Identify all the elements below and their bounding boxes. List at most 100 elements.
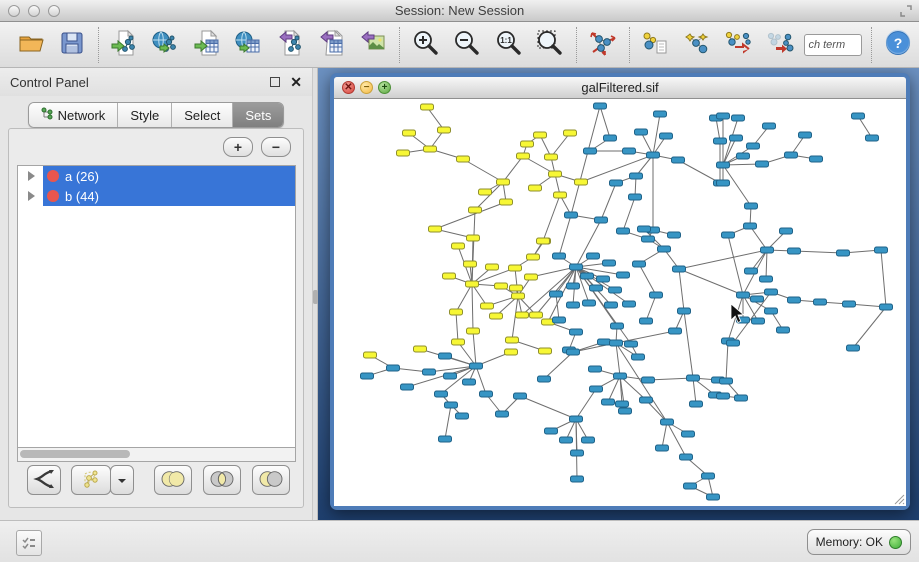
graph-node[interactable] xyxy=(702,473,715,479)
graph-node[interactable] xyxy=(717,162,730,168)
graph-node[interactable] xyxy=(527,254,540,260)
graph-node[interactable] xyxy=(444,373,457,379)
graph-node[interactable] xyxy=(567,302,580,308)
export-network-button[interactable] xyxy=(270,24,311,66)
graph-node[interactable] xyxy=(604,135,617,141)
graph-node[interactable] xyxy=(587,253,600,259)
graph-edge[interactable] xyxy=(623,197,635,231)
graph-edge[interactable] xyxy=(576,419,577,479)
network-window-titlebar[interactable]: ✕ − + galFiltered.sif xyxy=(334,77,906,99)
graph-edge[interactable] xyxy=(456,284,472,312)
graph-node[interactable] xyxy=(452,339,465,345)
graph-node[interactable] xyxy=(564,130,577,136)
graph-node[interactable] xyxy=(707,494,720,500)
graph-node[interactable] xyxy=(745,203,758,209)
graph-edge[interactable] xyxy=(853,307,886,348)
graph-node[interactable] xyxy=(717,113,730,119)
graph-edge[interactable] xyxy=(520,396,576,419)
graph-node[interactable] xyxy=(490,313,503,319)
graph-node[interactable] xyxy=(717,180,730,186)
graph-node[interactable] xyxy=(438,127,451,133)
graph-edge[interactable] xyxy=(435,202,506,229)
graph-node[interactable] xyxy=(847,345,860,351)
hide-selected-button[interactable] xyxy=(718,24,759,66)
graph-edge[interactable] xyxy=(463,159,503,182)
graph-edge[interactable] xyxy=(646,295,656,321)
graph-node[interactable] xyxy=(450,309,463,315)
graph-node[interactable] xyxy=(414,346,427,352)
graph-node[interactable] xyxy=(669,328,682,334)
float-panel-icon[interactable] xyxy=(270,77,280,87)
tab-select[interactable]: Select xyxy=(172,103,233,127)
graph-node[interactable] xyxy=(361,373,374,379)
graph-node[interactable] xyxy=(553,317,566,323)
graph-node[interactable] xyxy=(880,304,893,310)
graph-node[interactable] xyxy=(642,377,655,383)
graph-node[interactable] xyxy=(623,301,636,307)
expand-triangle-icon[interactable] xyxy=(28,191,35,201)
graph-edge[interactable] xyxy=(456,312,458,342)
graph-edge[interactable] xyxy=(559,215,571,256)
graph-node[interactable] xyxy=(567,283,580,289)
graph-node[interactable] xyxy=(534,132,547,138)
graph-node[interactable] xyxy=(638,226,651,232)
graph-node[interactable] xyxy=(788,248,801,254)
graph-node[interactable] xyxy=(875,247,888,253)
network-canvas[interactable] xyxy=(334,99,906,506)
union-button[interactable] xyxy=(154,465,192,495)
graph-node[interactable] xyxy=(640,318,653,324)
graph-node[interactable] xyxy=(656,445,669,451)
graph-node[interactable] xyxy=(481,303,494,309)
zoom-in-button[interactable] xyxy=(405,24,446,66)
graph-node[interactable] xyxy=(583,300,596,306)
import-table-file-button[interactable] xyxy=(187,24,228,66)
graph-edge[interactable] xyxy=(576,389,596,419)
graph-node[interactable] xyxy=(553,253,566,259)
graph-node[interactable] xyxy=(714,138,727,144)
graph-node[interactable] xyxy=(668,232,681,238)
graph-node[interactable] xyxy=(751,296,764,302)
minimize-window-icon[interactable] xyxy=(28,5,40,17)
graph-node[interactable] xyxy=(469,207,482,213)
graph-edge[interactable] xyxy=(475,182,503,210)
scrollbar-thumb[interactable] xyxy=(20,450,130,458)
graph-node[interactable] xyxy=(480,391,493,397)
show-all-button[interactable] xyxy=(759,24,800,66)
add-set-button[interactable]: + xyxy=(223,137,253,157)
graph-edge[interactable] xyxy=(473,331,476,366)
graph-node[interactable] xyxy=(684,483,697,489)
graph-edge[interactable] xyxy=(679,269,743,295)
memory-status-button[interactable]: Memory: OK xyxy=(807,529,911,555)
close-panel-icon[interactable]: ✕ xyxy=(290,75,302,89)
graph-node[interactable] xyxy=(737,153,750,159)
graph-node[interactable] xyxy=(560,437,573,443)
graph-node[interactable] xyxy=(814,299,827,305)
graph-node[interactable] xyxy=(765,289,778,295)
graph-node[interactable] xyxy=(810,156,823,162)
graph-node[interactable] xyxy=(642,236,655,242)
graph-node[interactable] xyxy=(761,247,774,253)
graph-node[interactable] xyxy=(505,349,518,355)
graph-node[interactable] xyxy=(565,212,578,218)
create-set-dropdown-button[interactable] xyxy=(110,465,134,495)
graph-node[interactable] xyxy=(452,243,465,249)
import-network-web-button[interactable] xyxy=(145,24,186,66)
graph-edge[interactable] xyxy=(503,156,523,182)
maximize-window-icon[interactable] xyxy=(48,5,60,17)
graph-edge[interactable] xyxy=(750,226,767,250)
graph-node[interactable] xyxy=(423,369,436,375)
task-history-button[interactable] xyxy=(16,530,42,556)
graph-node[interactable] xyxy=(516,312,529,318)
graph-node[interactable] xyxy=(479,189,492,195)
difference-button[interactable] xyxy=(252,465,290,495)
new-network-from-selection-button[interactable] xyxy=(635,24,676,66)
graph-node[interactable] xyxy=(647,152,660,158)
graph-node[interactable] xyxy=(640,397,653,403)
graph-node[interactable] xyxy=(521,141,534,147)
graph-node[interactable] xyxy=(635,129,648,135)
graph-edge[interactable] xyxy=(653,114,660,155)
graph-node[interactable] xyxy=(727,340,740,346)
graph-node[interactable] xyxy=(632,354,645,360)
graph-node[interactable] xyxy=(387,365,400,371)
graph-node[interactable] xyxy=(690,401,703,407)
